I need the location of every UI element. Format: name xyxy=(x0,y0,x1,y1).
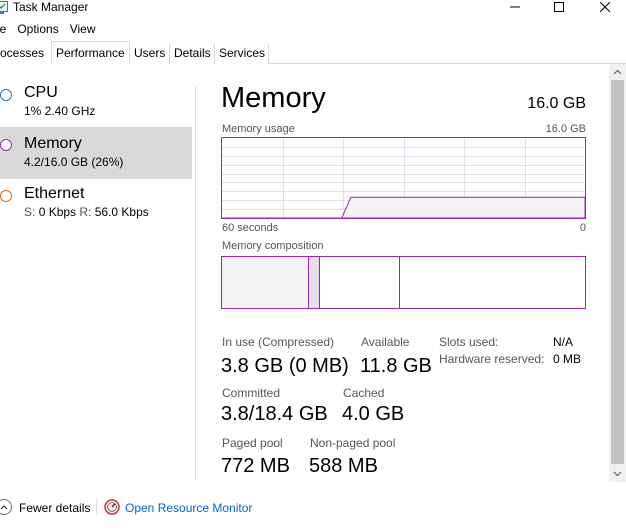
window-title: Task Manager xyxy=(13,0,89,14)
task-manager-icon xyxy=(0,1,8,14)
send-label: S: xyxy=(24,205,36,219)
chevron-down-icon xyxy=(613,471,622,477)
nonpaged-pool-value: 588 MB xyxy=(309,455,378,477)
tab-details[interactable]: Details xyxy=(170,44,215,64)
menu-options[interactable]: Options xyxy=(17,20,58,38)
scroll-thumb[interactable] xyxy=(611,80,624,464)
close-icon xyxy=(600,2,610,12)
sidebar-divider xyxy=(195,86,196,480)
sidebar-item-sub: 1% 2.40 GHz xyxy=(24,104,96,118)
nonpaged-pool-label: Non-paged pool xyxy=(310,436,396,450)
tab-users[interactable]: Users xyxy=(130,44,170,64)
tab-performance[interactable]: Performance xyxy=(51,41,130,65)
minimize-button[interactable] xyxy=(492,0,538,18)
chevron-up-icon xyxy=(613,69,622,75)
fewer-details-button[interactable] xyxy=(0,499,12,515)
sidebar-item-sub: 4.2/16.0 GB (26%) xyxy=(24,155,124,169)
resource-monitor-icon[interactable] xyxy=(104,499,120,515)
usage-max: 16.0 GB xyxy=(545,123,586,135)
sidebar-item-memory[interactable]: Memory 4.2/16.0 GB (26%) xyxy=(0,127,192,179)
slots-label: Slots used: xyxy=(439,335,499,349)
usage-label: Memory usage xyxy=(222,123,295,135)
composition-in-use xyxy=(222,257,310,308)
composition-modified xyxy=(309,257,320,308)
recv-label: R: xyxy=(79,205,92,219)
ethernet-indicator-icon xyxy=(0,190,12,202)
paged-pool-label: Paged pool xyxy=(222,436,283,450)
hw-reserved-value: 0 MB xyxy=(553,352,582,366)
time-right-label: 0 xyxy=(579,222,586,234)
usage-graph-svg xyxy=(222,138,585,218)
memory-indicator-icon xyxy=(0,139,12,151)
composition-label: Memory composition xyxy=(222,240,324,252)
title-bar: Task Manager xyxy=(0,0,626,18)
sidebar-item-ethernet[interactable]: Ethernet S: 0 Kbps R: 56.0 Kbps xyxy=(0,183,192,235)
memory-usage-graph xyxy=(221,137,586,219)
committed-value: 3.8/18.4 GB xyxy=(221,403,328,425)
cpu-indicator-icon xyxy=(0,89,12,101)
sidebar-item-label: CPU xyxy=(24,84,58,101)
sidebar-item-label: Memory xyxy=(24,135,82,152)
tab-services[interactable]: Services xyxy=(215,44,269,64)
maximize-button[interactable] xyxy=(536,0,582,18)
scroll-up-button[interactable] xyxy=(609,64,626,80)
sidebar-item-label: Ethernet xyxy=(24,185,85,202)
paged-pool-value: 772 MB xyxy=(221,455,290,477)
recv-value: 56.0 Kbps xyxy=(94,205,149,219)
cached-label: Cached xyxy=(343,386,385,400)
maximize-icon xyxy=(554,2,564,12)
available-value: 11.8 GB xyxy=(360,355,432,377)
slots-value: N/A xyxy=(553,335,574,349)
send-value: 0 Kbps xyxy=(38,205,77,219)
menu-view[interactable]: View xyxy=(70,20,96,38)
tab-processes[interactable]: ocesses xyxy=(0,44,52,64)
tab-bar: ocesses Performance Users Details Servic… xyxy=(0,40,626,65)
footer-divider xyxy=(96,499,97,515)
hw-reserved-label: Hardware reserved: xyxy=(439,352,545,366)
close-button[interactable] xyxy=(582,0,626,18)
open-resource-monitor-link[interactable]: Open Resource Monitor xyxy=(125,501,252,515)
in-use-value: 3.8 GB (0 MB) xyxy=(221,355,349,377)
fewer-details-link[interactable]: Fewer details xyxy=(19,501,90,515)
memory-composition-graph xyxy=(221,256,586,309)
page-title: Memory xyxy=(221,82,326,114)
menu-file[interactable]: le xyxy=(0,20,6,38)
scroll-down-button[interactable] xyxy=(609,466,626,482)
vertical-scrollbar[interactable] xyxy=(609,64,626,482)
in-use-label: In use (Compressed) xyxy=(222,335,335,349)
cached-value: 4.0 GB xyxy=(342,403,405,425)
memory-total: 16.0 GB xyxy=(527,95,586,112)
composition-standby xyxy=(320,257,400,308)
sidebar-item-sub: S: 0 Kbps R: 56.0 Kbps xyxy=(24,205,149,219)
committed-label: Committed xyxy=(222,386,281,400)
chevron-up-icon xyxy=(0,505,8,510)
available-label: Available xyxy=(361,335,410,349)
minimize-icon xyxy=(510,6,520,8)
time-left-label: 60 seconds xyxy=(222,222,279,234)
menu-bar: le Options View xyxy=(0,20,107,38)
